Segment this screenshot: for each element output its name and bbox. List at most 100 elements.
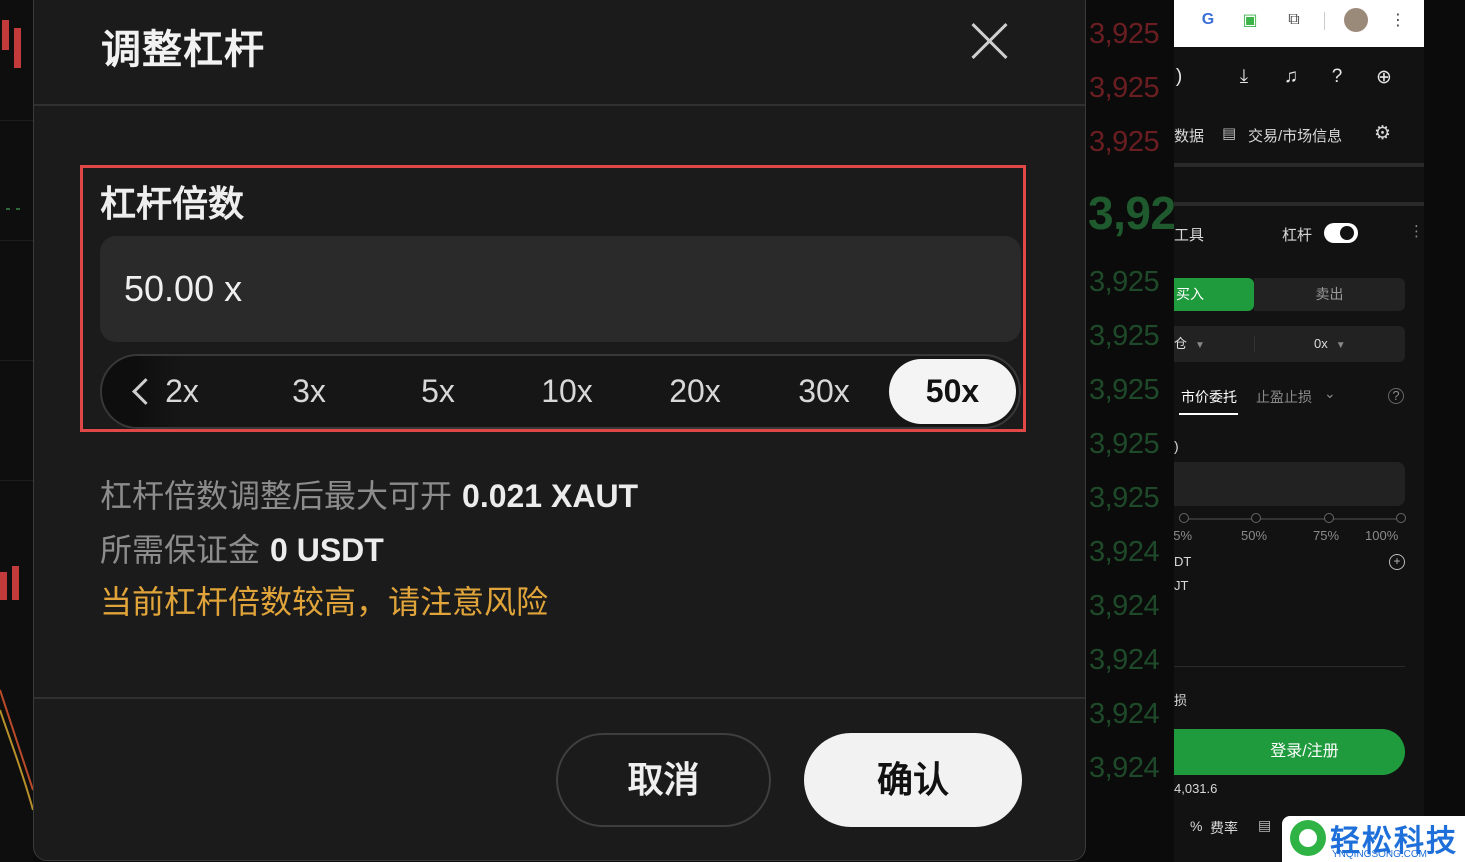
slider-pct: 50% (1241, 528, 1268, 543)
divider (1174, 202, 1424, 206)
slider-pct: 100% (1365, 528, 1399, 543)
price-label: 3,924 (1089, 590, 1160, 622)
price-label: 3,924 (1089, 698, 1160, 730)
moon-icon[interactable]: ) (1174, 64, 1192, 90)
price-label: 3,925 (1089, 374, 1160, 406)
cancel-button[interactable]: 取消 (556, 733, 771, 827)
percent-icon: % (1190, 818, 1203, 834)
section-label: 杠杆倍数 (100, 183, 245, 224)
translate-icon[interactable]: G (1198, 10, 1218, 30)
close-icon[interactable] (968, 19, 1012, 63)
balance-row: DT (1174, 554, 1192, 569)
more-icon[interactable]: ⋮ (1388, 10, 1408, 30)
buy-tab[interactable]: 买入 (1174, 278, 1254, 311)
leverage-presets: 2x 3x 5x 10x 20x 30x 50x (100, 354, 1021, 429)
tab-tpsl[interactable]: 止盈止损 (1256, 387, 1312, 407)
tab-market-order[interactable]: 市价委托 (1181, 387, 1237, 407)
leverage-input[interactable]: 50.00 x (100, 236, 1021, 342)
toolbar-divider (1324, 12, 1325, 30)
chart-strip (0, 0, 33, 862)
extension-icon[interactable]: ▣ (1240, 10, 1260, 30)
price-label: 3,925 (1089, 72, 1160, 104)
margin-leverage-selects: 仓 ▼ 0x ▼ (1174, 326, 1405, 362)
price-label: 3,925 (1089, 482, 1160, 514)
globe-icon[interactable]: ⊕ (1371, 64, 1397, 90)
price-label: 3,925 (1089, 320, 1160, 352)
price-label: 3,924 (1089, 752, 1160, 784)
puzzle-icon[interactable]: ⧉ (1284, 10, 1304, 30)
leverage-value: 50.00 x (124, 268, 243, 309)
add-funds-icon[interactable]: + (1389, 554, 1405, 570)
modal-title: 调整杠杆 (101, 28, 265, 72)
download-icon[interactable]: ⤓ (1231, 64, 1257, 90)
active-tab-indicator (1179, 413, 1238, 415)
divider (1254, 336, 1255, 352)
leverage-toggle-label: 杠杆 (1282, 227, 1313, 244)
divider (34, 104, 1085, 106)
divider (1174, 163, 1424, 167)
fee-rate-link[interactable]: 费率 (1210, 818, 1238, 838)
risk-warning: 当前杠杆倍数较高，请注意风险 (100, 584, 549, 620)
preset-50x[interactable]: 50x (889, 359, 1016, 424)
help-icon[interactable]: ? (1388, 388, 1404, 404)
field-label: ) (1174, 438, 1179, 454)
amount-slider[interactable] (1182, 518, 1400, 520)
chart-dash (6, 208, 10, 210)
slider-stop[interactable] (1179, 513, 1189, 523)
more-icon[interactable]: ⋮ (1409, 222, 1424, 240)
avatar[interactable] (1344, 8, 1368, 32)
slider-stop[interactable] (1251, 513, 1261, 523)
grid-line (0, 360, 33, 361)
max-open-line: 杠杆倍数调整后最大可开 0.021 XAUT (100, 471, 638, 517)
chart-dash (16, 208, 20, 210)
slider-stop[interactable] (1324, 513, 1334, 523)
margin-value: 0 USDT (270, 532, 384, 568)
preset-3x[interactable]: 3x (254, 356, 364, 427)
margin-mode-select[interactable]: 仓 ▼ (1174, 326, 1205, 362)
preset-20x[interactable]: 20x (640, 356, 750, 427)
caret-down-icon: ▼ (1335, 340, 1346, 351)
nav-trade-info[interactable]: 交易/市场信息 (1248, 125, 1342, 146)
price-label: 3,925 (1089, 266, 1160, 298)
nav-data[interactable]: 数据 (1174, 125, 1204, 146)
price-label: 3,925 (1089, 18, 1160, 50)
watermark: 轻松科技 YNQINGSONG.COM (1282, 816, 1465, 862)
margin-line: 所需保证金 0 USDT (100, 525, 384, 571)
current-price: 3,92 (1088, 187, 1175, 239)
grid-line (0, 480, 33, 481)
price-line: 4,031.6 (1174, 781, 1218, 796)
volume-bar (12, 566, 19, 600)
watermark-logo-icon (1290, 820, 1326, 856)
amount-input[interactable] (1174, 462, 1405, 506)
preset-10x[interactable]: 10x (512, 356, 622, 427)
confirm-button[interactable]: 确认 (804, 733, 1022, 827)
caret-down-icon: ▼ (1195, 340, 1205, 351)
tools-label: 工具 (1174, 227, 1205, 244)
price-label: 3,925 (1089, 428, 1160, 460)
chevron-down-icon[interactable]: ⌄ (1324, 385, 1336, 402)
preset-2x[interactable]: 2x (127, 356, 237, 427)
divider (34, 697, 1085, 699)
settings-icon[interactable]: ⚙ (1374, 122, 1391, 145)
slider-stop[interactable] (1396, 513, 1406, 523)
grid-line (0, 120, 33, 121)
candle (14, 28, 21, 68)
bell-icon[interactable]: ♫ (1278, 64, 1304, 90)
grid-line (0, 240, 33, 241)
price-label: 3,924 (1089, 536, 1160, 568)
login-register-button[interactable]: 登录/注册 (1174, 729, 1405, 775)
preset-5x[interactable]: 5x (383, 356, 493, 427)
volume-bar (0, 572, 7, 600)
balance-row: JT (1174, 578, 1189, 593)
document-icon: ▤ (1222, 125, 1237, 142)
leverage-select[interactable]: 0x ▼ (1314, 326, 1346, 362)
leverage-toggle[interactable] (1324, 223, 1358, 243)
document-icon: ▤ (1258, 817, 1272, 833)
preset-30x[interactable]: 30x (769, 356, 879, 427)
slider-pct: 75% (1313, 528, 1340, 543)
adjust-leverage-modal: 调整杠杆 杠杆倍数 50.00 x 2x 3x 5x 10x 20x 30x 5… (33, 0, 1086, 861)
leverage-select-label: 0x (1314, 336, 1328, 351)
sell-tab[interactable]: 卖出 (1254, 278, 1405, 311)
help-icon[interactable]: ? (1324, 64, 1350, 90)
price-label: 3,924 (1089, 644, 1160, 676)
